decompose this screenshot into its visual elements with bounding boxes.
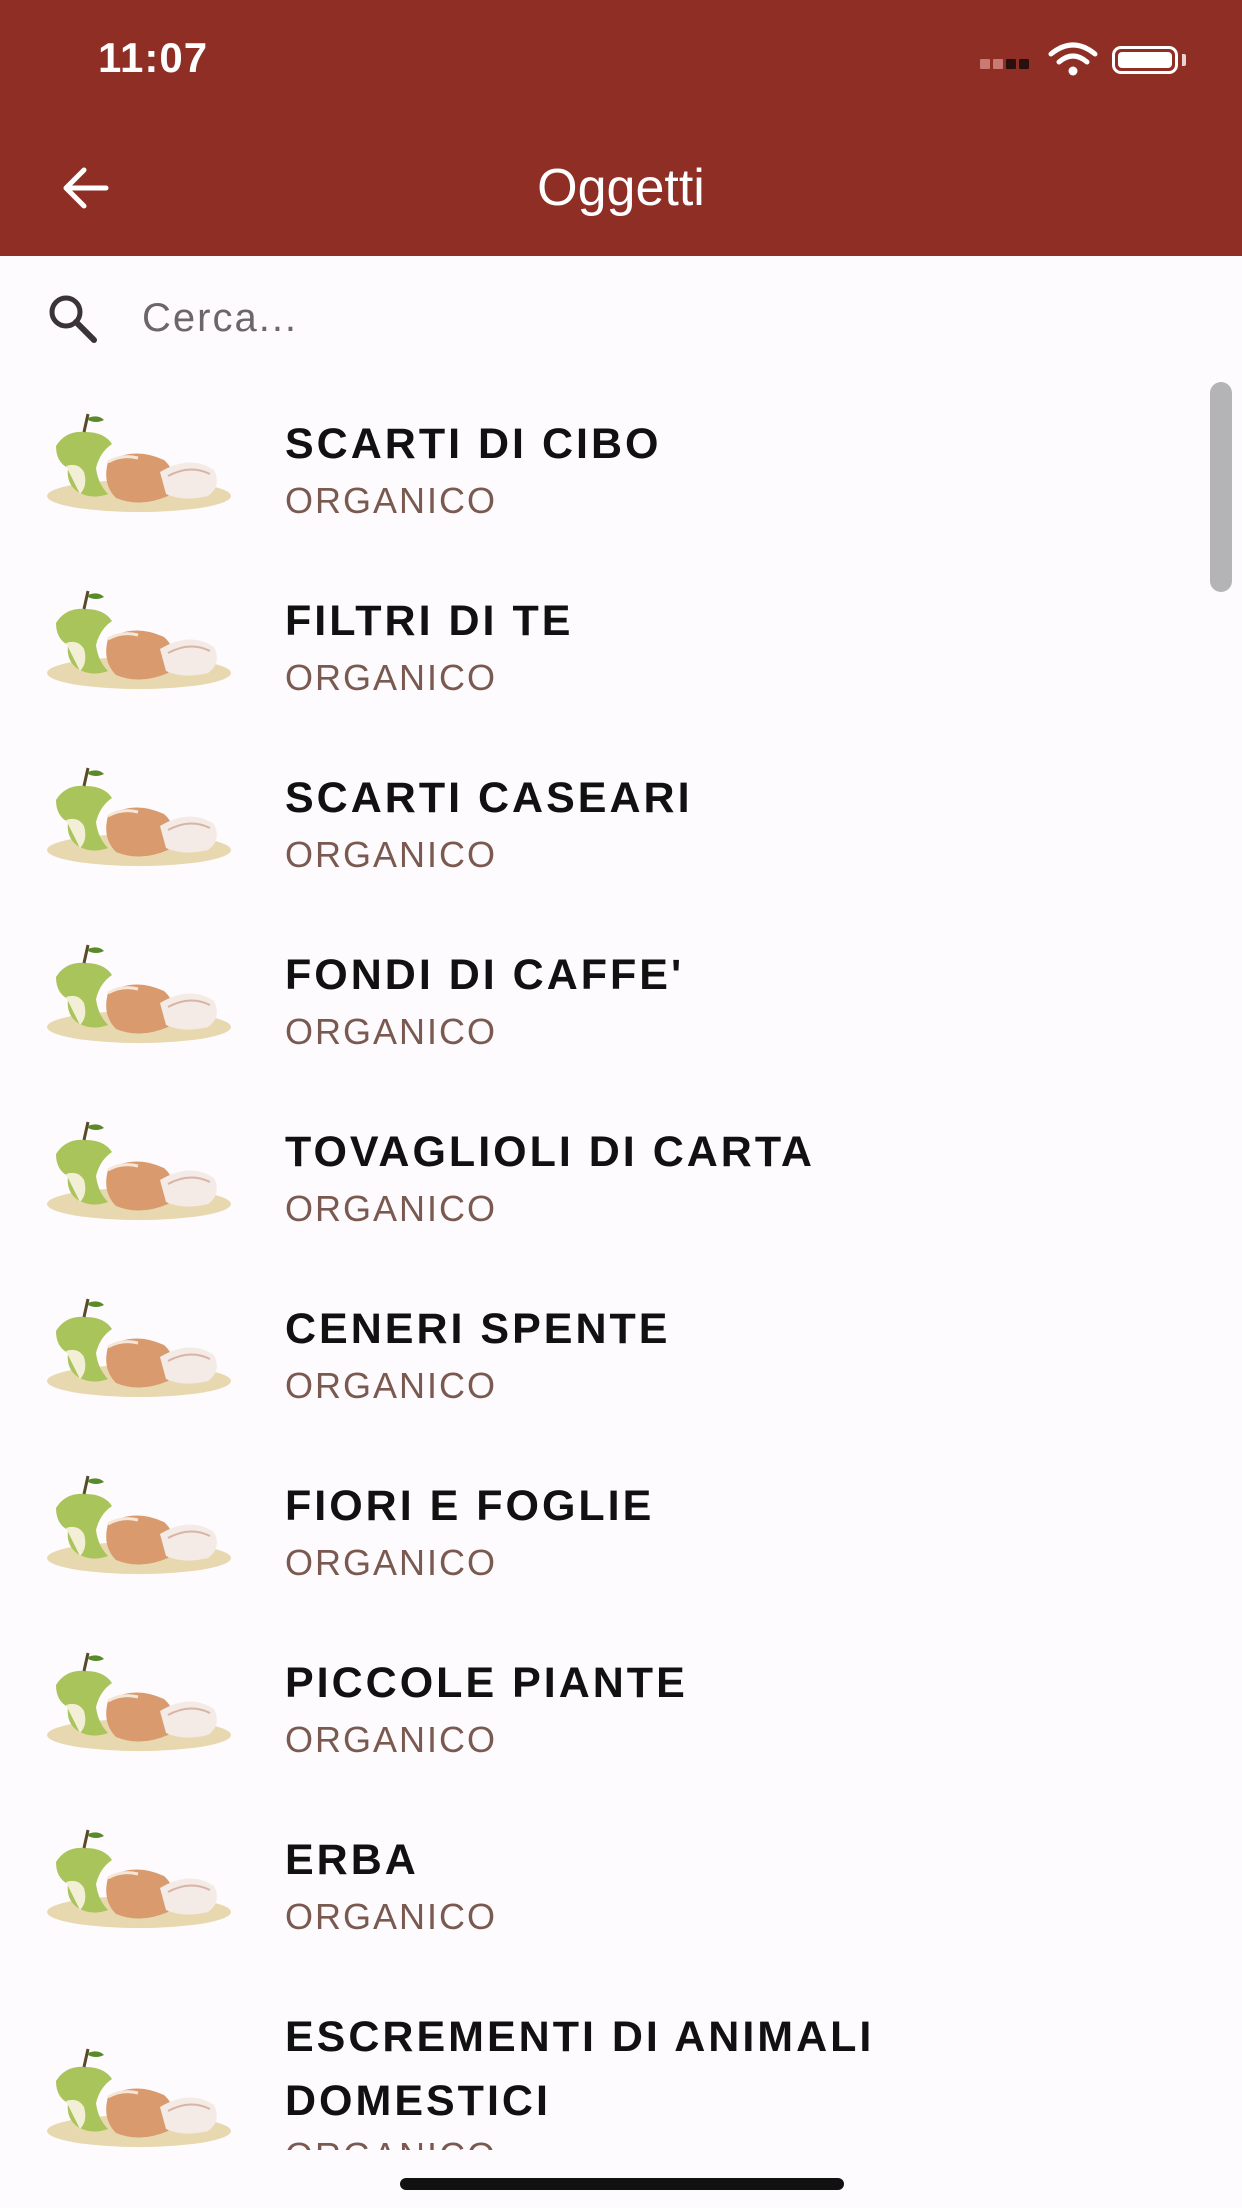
item-title: CENERI SPENTE (285, 1305, 671, 1353)
list-item[interactable]: FONDI DI CAFFE' ORGANICO (0, 913, 1242, 1090)
item-title: ESCREMENTI DI ANIMALI DOMESTICI (285, 2013, 875, 2125)
organic-waste-icon (47, 1121, 231, 1220)
item-title: ERBA (285, 1836, 419, 1884)
organic-waste-icon (47, 2048, 231, 2147)
item-category: ORGANICO (285, 657, 498, 698)
item-title: SCARTI CASEARI (285, 774, 693, 822)
organic-waste-icon (47, 1475, 231, 1574)
list-item[interactable]: SCARTI DI CIBO ORGANICO (0, 382, 1242, 559)
status-time: 11:07 (98, 34, 209, 81)
item-category: ORGANICO (285, 834, 498, 875)
list-item[interactable]: TOVAGLIOLI DI CARTA ORGANICO (0, 1090, 1242, 1267)
battery-icon (1112, 46, 1178, 74)
app-bar: 11:07 Oggetti (0, 0, 1242, 256)
home-indicator[interactable] (400, 2178, 844, 2190)
organic-waste-icon (47, 590, 231, 689)
organic-waste-icon (47, 413, 231, 512)
list-item[interactable]: ESCREMENTI DI ANIMALI DOMESTICI ORGANICO (0, 1975, 1242, 2150)
item-category: ORGANICO (285, 1896, 498, 1937)
item-title: FIORI E FOGLIE (285, 1482, 655, 1530)
list-item[interactable]: FILTRI DI TE ORGANICO (0, 559, 1242, 736)
item-category: ORGANICO (285, 480, 498, 521)
organic-waste-icon (47, 1829, 231, 1928)
list-item[interactable]: ERBA ORGANICO (0, 1798, 1242, 1975)
list-item[interactable]: SCARTI CASEARI ORGANICO (0, 736, 1242, 913)
item-title: FONDI DI CAFFE' (285, 951, 685, 999)
page-title: Oggetti (537, 159, 705, 217)
organic-waste-icon (47, 1652, 231, 1751)
item-title: TOVAGLIOLI DI CARTA (285, 1128, 815, 1176)
items-list[interactable]: SCARTI DI CIBO ORGANICO FILTRI DI TE ORG… (0, 382, 1242, 2150)
list-item[interactable]: CENERI SPENTE ORGANICO (0, 1267, 1242, 1444)
item-category: ORGANICO (285, 1011, 498, 1052)
search-bar (0, 256, 1242, 386)
list-item[interactable]: PICCOLE PIANTE ORGANICO (0, 1621, 1242, 1798)
item-title: PICCOLE PIANTE (285, 1659, 688, 1707)
item-category: ORGANICO (285, 2135, 497, 2150)
item-category: ORGANICO (285, 1719, 498, 1760)
cellular-signal-icon (980, 56, 1032, 74)
item-category: ORGANICO (285, 1365, 498, 1406)
battery-tip (1182, 54, 1186, 66)
wifi-icon (1048, 42, 1098, 76)
item-category: ORGANICO (285, 1188, 498, 1229)
search-icon (49, 295, 97, 343)
list-item[interactable]: FIORI E FOGLIE ORGANICO (0, 1444, 1242, 1621)
item-title: FILTRI DI TE (285, 597, 574, 645)
search-input[interactable] (140, 284, 1184, 352)
item-title: SCARTI DI CIBO (285, 420, 662, 468)
organic-waste-icon (47, 944, 231, 1043)
item-category: ORGANICO (285, 1542, 498, 1583)
organic-waste-icon (47, 1298, 231, 1397)
scrollbar[interactable] (1210, 382, 1232, 592)
organic-waste-icon (47, 767, 231, 866)
